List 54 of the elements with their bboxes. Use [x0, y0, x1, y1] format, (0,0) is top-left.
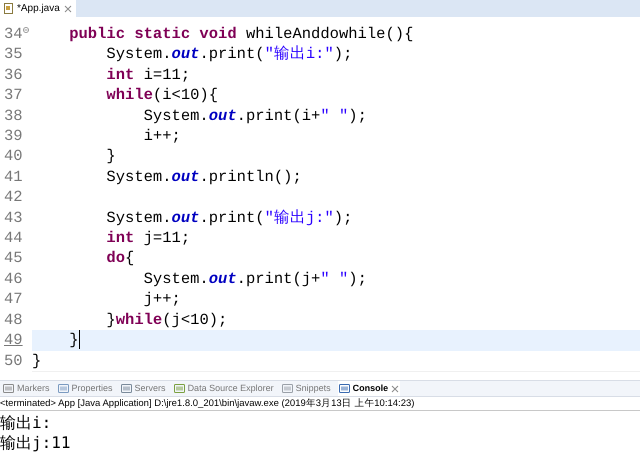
view-tab[interactable]: Data Source Explorer [172, 381, 275, 396]
code-line: System.out.print("输出j:"); [105, 208, 352, 228]
code-line: do{ [105, 248, 134, 269]
console-output: 输出i: [0, 413, 52, 433]
close-icon[interactable] [391, 384, 400, 392]
line-number: 40 [4, 146, 23, 167]
code-line: }while(j<10); [105, 310, 228, 330]
line-number: 48 [4, 310, 23, 330]
line-number: 44 [4, 228, 23, 248]
line-number: 39 [4, 126, 23, 146]
editor-tab[interactable]: *App.java [0, 0, 76, 17]
code-line: } [32, 350, 42, 371]
line-number: 50 [4, 350, 23, 371]
text-cursor [78, 330, 80, 350]
code-line: i++; [142, 126, 181, 146]
view-tab[interactable]: Markers [2, 381, 51, 396]
code-line: while(i<10){ [105, 85, 218, 106]
java-file-icon [4, 3, 13, 14]
line-number: 42 [4, 187, 23, 208]
view-icon [282, 383, 293, 394]
code-line: int j=11; [105, 228, 190, 248]
console-status: <terminated> App [Java Application] D:\jre1.8.0_201\bin\javaw.exe (2019年3月13日 上午10:14:23) [0, 397, 640, 411]
view-tab[interactable]: Servers [120, 381, 167, 396]
view-tab[interactable]: Console [338, 381, 400, 396]
view-icon [120, 383, 132, 394]
line-number: 45 [4, 248, 23, 269]
code-line: System.out.print(i+" "); [142, 106, 367, 126]
code-line: } [105, 146, 116, 167]
code-line: j++; [142, 289, 181, 310]
line-number: 43 [4, 208, 23, 228]
view-icon [58, 383, 69, 394]
line-number: 46 [4, 268, 23, 290]
line-number: 34 [4, 24, 23, 44]
code-line: } [68, 330, 79, 350]
view-tab[interactable]: Snippets [280, 381, 332, 396]
line-number: 37 [4, 85, 23, 106]
line-number: 41 [4, 166, 23, 188]
close-icon[interactable] [64, 4, 72, 12]
code-line: int i=11; [105, 64, 190, 86]
fold-icon[interactable] [22, 27, 29, 34]
view-icon [3, 383, 14, 394]
code-line: System.out.print(j+" "); [142, 268, 367, 290]
line-number: 47 [4, 289, 23, 310]
line-number: 38 [4, 106, 23, 126]
console-icon [338, 383, 350, 394]
line-number: 36 [4, 64, 23, 86]
view-icon [174, 383, 185, 394]
code-line: System.out.print("输出i:"); [105, 44, 352, 65]
view-tab[interactable]: Properties [56, 381, 114, 396]
line-number: 49 [4, 330, 23, 350]
line-number: 35 [4, 44, 23, 65]
code-line: System.out.println(); [105, 166, 302, 188]
code-line: public static void whileAnddowhile(){ [68, 24, 414, 44]
console-output: 输出j:11 [0, 433, 72, 453]
